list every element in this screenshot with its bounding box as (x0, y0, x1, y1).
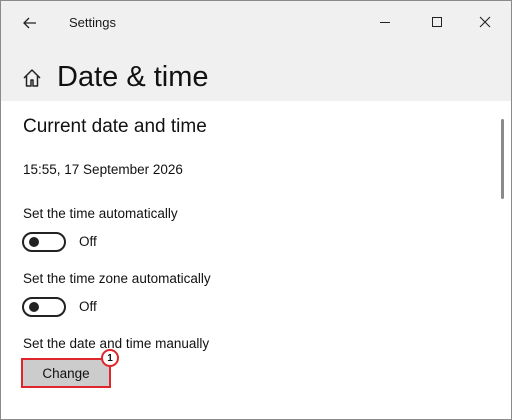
settings-window: Settings Date & time Current date and ti… (0, 0, 512, 420)
minimize-icon (380, 22, 390, 23)
auto-timezone-toggle[interactable] (22, 297, 66, 317)
section-title: Current date and time (23, 116, 207, 137)
home-icon (23, 69, 41, 87)
auto-time-label: Set the time automatically (23, 206, 178, 221)
auto-timezone-state: Off (79, 299, 97, 314)
current-datetime: 15:55, 17 September 2026 (23, 162, 183, 177)
change-button[interactable]: Change (21, 358, 111, 388)
title-bar: Settings Date & time (1, 1, 511, 101)
scrollbar[interactable] (501, 119, 504, 199)
auto-timezone-label: Set the time zone automatically (23, 271, 211, 286)
settings-content: Current date and time 15:55, 17 Septembe… (1, 101, 511, 419)
toggle-knob (29, 237, 39, 247)
close-icon (479, 16, 491, 28)
step-badge: 1 (101, 349, 119, 367)
back-button[interactable] (15, 9, 45, 37)
maximize-button[interactable] (417, 7, 457, 37)
maximize-icon (432, 17, 442, 27)
minimize-button[interactable] (365, 7, 405, 37)
auto-time-state: Off (79, 234, 97, 249)
manual-datetime-label: Set the date and time manually (23, 336, 210, 351)
auto-time-toggle[interactable] (22, 232, 66, 252)
toggle-knob (29, 302, 39, 312)
back-arrow-icon (23, 17, 36, 29)
page-title: Date & time (57, 61, 209, 93)
close-button[interactable] (465, 7, 505, 37)
app-title: Settings (69, 15, 116, 30)
